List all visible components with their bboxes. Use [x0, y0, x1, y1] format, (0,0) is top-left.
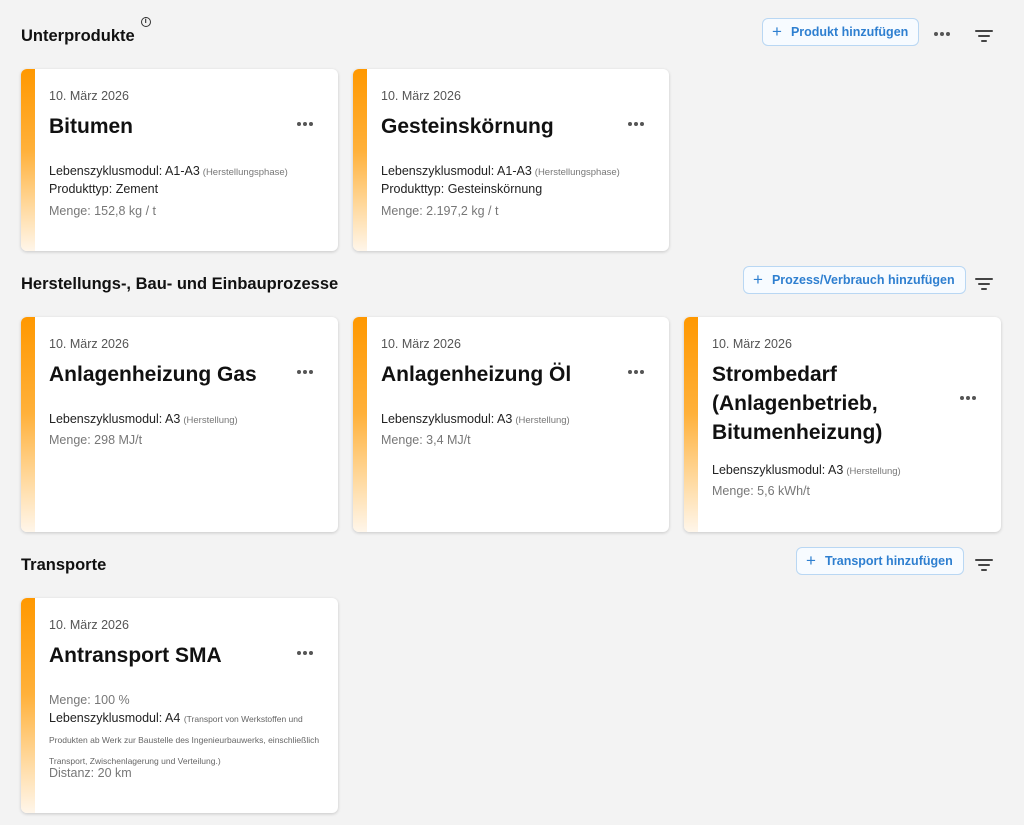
card-title: Anlagenheizung Gas — [49, 363, 257, 386]
more-horizontal-icon[interactable] — [627, 120, 645, 128]
process-card[interactable]: 10. März 2026 Anlagenheizung Öl Lebenszy… — [353, 317, 669, 532]
more-horizontal-icon[interactable] — [296, 120, 314, 128]
card-accent-bar — [353, 69, 367, 251]
card-distance: Distanz: 20 km — [49, 766, 132, 780]
card-date: 10. März 2026 — [49, 337, 129, 351]
card-lifecycle: Lebenszyklusmodul: A3 (Herstellung) — [49, 412, 238, 426]
card-product-type: Produkttyp: Zement — [49, 182, 159, 196]
product-card[interactable]: 10. März 2026 Gesteinskörnung Lebenszykl… — [353, 69, 669, 251]
add-transport-button[interactable]: + Transport hinzufügen — [796, 547, 964, 575]
card-title: Gesteinskörnung — [381, 115, 554, 138]
card-title: Bitumen — [49, 115, 133, 138]
card-lifecycle: Lebenszyklusmodul: A1-A3 (Herstellungspha… — [381, 164, 620, 178]
card-lifecycle: Lebenszyklusmodul: A3 (Herstellung) — [381, 412, 570, 426]
process-card[interactable]: 10. März 2026 Strombedarf (Anlagenbetrie… — [684, 317, 1001, 532]
card-accent-bar — [21, 598, 35, 813]
filter-icon[interactable] — [975, 29, 993, 43]
add-product-button[interactable]: + Produkt hinzufügen — [762, 18, 920, 46]
card-amount: Menge: 3,4 MJ/t — [381, 433, 471, 447]
card-lifecycle: Lebenszyklusmodul: A4 (Transport von Wer… — [49, 711, 320, 766]
card-amount: Menge: 298 MJ/t — [49, 433, 143, 447]
more-horizontal-icon[interactable] — [959, 394, 977, 402]
card-amount: Menge: 152,8 kg / t — [49, 204, 157, 218]
card-accent-bar — [353, 317, 367, 532]
section-title-processes: Herstellungs-, Bau- und Einbauprozesse — [21, 275, 339, 293]
card-title: Antransport SMA — [49, 644, 222, 667]
card-product-type: Produkttyp: Gesteinskörnung — [381, 182, 543, 196]
section-title-transports: Transporte — [21, 556, 107, 574]
add-process-button[interactable]: + Prozess/Verbrauch hinzufügen — [743, 266, 966, 294]
card-amount: Menge: 2.197,2 kg / t — [381, 204, 499, 218]
product-card[interactable]: 10. März 2026 Bitumen Lebenszyklusmodul:… — [21, 69, 338, 251]
more-horizontal-icon[interactable] — [296, 649, 314, 657]
process-card[interactable]: 10. März 2026 Anlagenheizung Gas Lebensz… — [21, 317, 338, 532]
card-accent-bar — [21, 317, 35, 532]
card-lifecycle: Lebenszyklusmodul: A3 (Herstellung) — [712, 463, 901, 477]
card-amount: Menge: 100 % — [49, 693, 130, 707]
section-title-products: Unterproduktei — [21, 17, 151, 46]
card-date: 10. März 2026 — [49, 89, 129, 103]
card-title: Strombedarf (Anlagenbetrieb, Bitumenheiz… — [712, 363, 883, 444]
more-horizontal-icon[interactable] — [933, 29, 953, 39]
filter-icon[interactable] — [975, 277, 993, 291]
card-date: 10. März 2026 — [381, 89, 461, 103]
more-horizontal-icon[interactable] — [296, 368, 314, 376]
more-horizontal-icon[interactable] — [627, 368, 645, 376]
card-date: 10. März 2026 — [381, 337, 461, 351]
plus-icon: + — [806, 550, 816, 570]
card-accent-bar — [21, 69, 35, 251]
info-icon[interactable]: i — [140, 17, 151, 27]
filter-icon[interactable] — [975, 558, 993, 572]
transport-card[interactable]: 10. März 2026 Antransport SMA Menge: 100… — [21, 598, 338, 813]
card-date: 10. März 2026 — [712, 337, 792, 351]
card-lifecycle: Lebenszyklusmodul: A1-A3 (Herstellungspha… — [49, 164, 288, 178]
card-amount: Menge: 5,6 kWh/t — [712, 484, 810, 498]
card-title: Anlagenheizung Öl — [381, 363, 572, 386]
plus-icon: + — [772, 21, 782, 41]
card-date: 10. März 2026 — [49, 618, 129, 632]
plus-icon: + — [753, 269, 763, 289]
card-accent-bar — [684, 317, 698, 532]
